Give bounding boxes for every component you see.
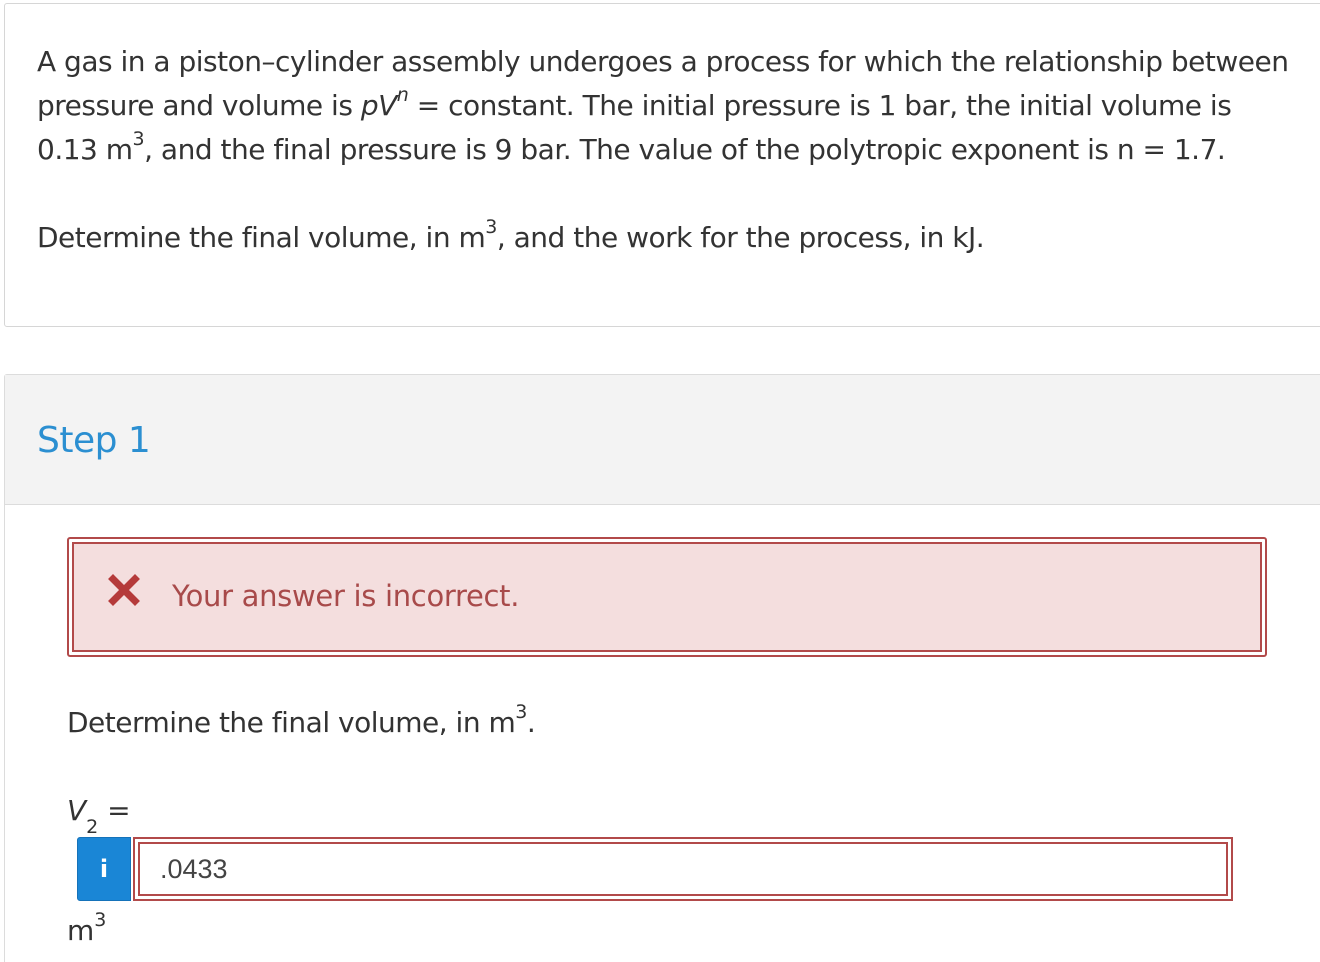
x-icon — [108, 574, 140, 606]
variable-subscript: 2 — [86, 815, 99, 838]
sub-question-exponent: 3 — [515, 700, 527, 723]
question-text: A gas in a piston–cylinder assembly unde… — [37, 40, 1297, 260]
step-title: Step 1 — [37, 420, 151, 461]
alert-message: Your answer is incorrect. — [172, 579, 520, 613]
answer-input[interactable]: .0433 — [133, 837, 1233, 901]
question-card: A gas in a piston–cylinder assembly unde… — [4, 3, 1320, 327]
variable-name: V — [67, 794, 87, 827]
question-prompt: Determine the final volume, in m3, and t… — [37, 216, 1297, 260]
answer-unit: m3 — [67, 910, 106, 949]
sub-question-text: . — [526, 706, 536, 739]
step-header: Step 1 — [5, 375, 1320, 505]
equals-sign: = — [98, 794, 131, 827]
unit-exponent: 3 — [94, 908, 107, 931]
card-gap — [0, 330, 1320, 374]
formula-pv: pV — [360, 89, 397, 122]
question-text-part: , and the final pressure is 9 bar. The v… — [144, 133, 1226, 166]
unit-exponent: 3 — [132, 127, 145, 150]
prompt-text: Determine the final volume, in m — [37, 221, 486, 254]
step-card: Step 1 Your answer is incorrect. Determi… — [4, 374, 1320, 962]
unit-base: m — [67, 914, 95, 947]
sub-question: Determine the final volume, in m3. — [67, 700, 536, 745]
formula-exponent: n — [396, 83, 409, 106]
sub-question-text: Determine the final volume, in m — [67, 706, 516, 739]
answer-input-value[interactable]: .0433 — [138, 842, 1228, 896]
incorrect-alert: Your answer is incorrect. — [67, 537, 1267, 657]
info-icon[interactable]: i — [77, 837, 131, 901]
alert-inner: Your answer is incorrect. — [72, 542, 1262, 652]
prompt-exponent: 3 — [485, 215, 497, 238]
answer-variable-label: V2 = — [67, 793, 131, 836]
prompt-text: , and the work for the process, in kJ. — [496, 221, 985, 254]
question-paragraph: A gas in a piston–cylinder assembly unde… — [37, 40, 1297, 172]
